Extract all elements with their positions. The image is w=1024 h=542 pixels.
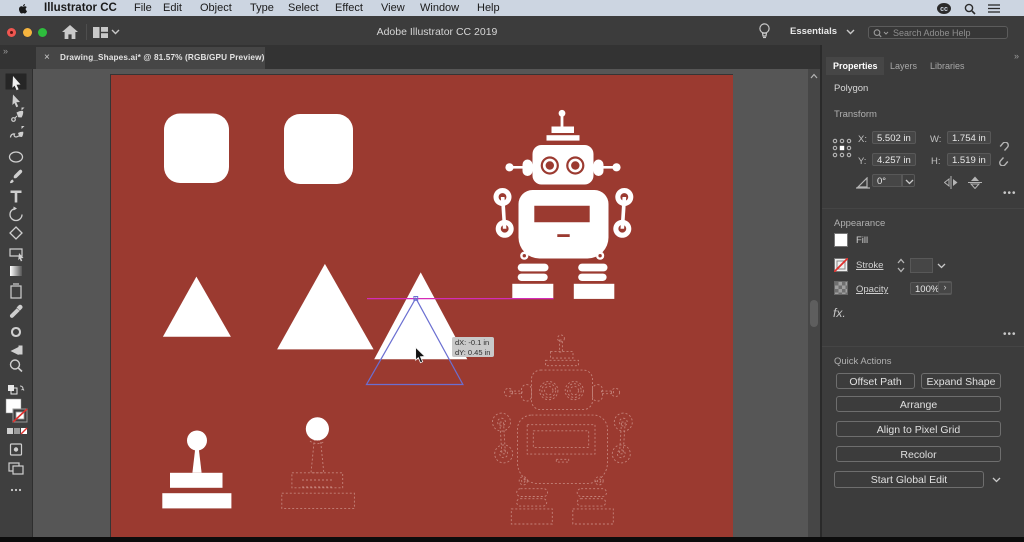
svg-text:cc: cc [940, 6, 948, 13]
